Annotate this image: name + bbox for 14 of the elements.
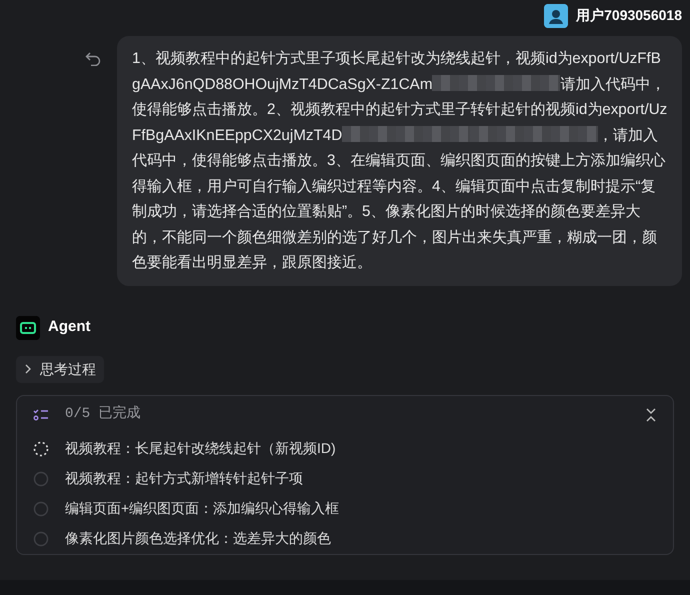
undo-icon[interactable] [85, 52, 101, 66]
agent-name: Agent [48, 317, 90, 338]
collapse-icon[interactable] [645, 408, 657, 422]
task-text: 视频教程：长尾起针改绕线起针（新视频ID) [65, 439, 336, 458]
task-text: 像素化图片颜色选择优化：选差异大的颜色 [65, 529, 331, 548]
thinking-toggle[interactable]: 思考过程 [16, 356, 104, 382]
chevron-icon [24, 364, 32, 374]
task-text: 视频教程：起针方式新增转针起针子项 [65, 469, 303, 488]
checklist-icon [33, 408, 49, 422]
avatar-icon[interactable] [544, 4, 568, 28]
user-name: 用户7093056018 [576, 6, 682, 25]
progress-summary: 0/5 已完成 [65, 404, 141, 424]
task-text: 编辑页面+编织图页面：添加编织心得输入框 [65, 499, 340, 518]
message-bubble: 1、视频教程中的起针方式里子项长尾起针改为绕线起针，视频id为export/UzFfBgAAxJ6nQD88OHOujMzT4DCaSgX-Z1CAm 请加入代码中，使得能够点击播放。2、视频教程中的起针方式里子转针起针的视频id为export/UzFfBgAAxIKnEEppCX2ujMzT4D ，请加入代码中，使得能够点击播放。3、在编辑页面、编织图页面的按键上方添加编织心得输入框，用户可自行输入编织过程等内容。4、编辑页面中点击复制时提示“复制成功，请选择合适的位置黏贴”。5、像素化图片的时候选择的颜色要差异大的，不能同一个颜色细微差别的选了好几个，图片出来失真严重，糊成一团，颜色要能看出明显差异，跟原图接近。 [117, 36, 682, 286]
